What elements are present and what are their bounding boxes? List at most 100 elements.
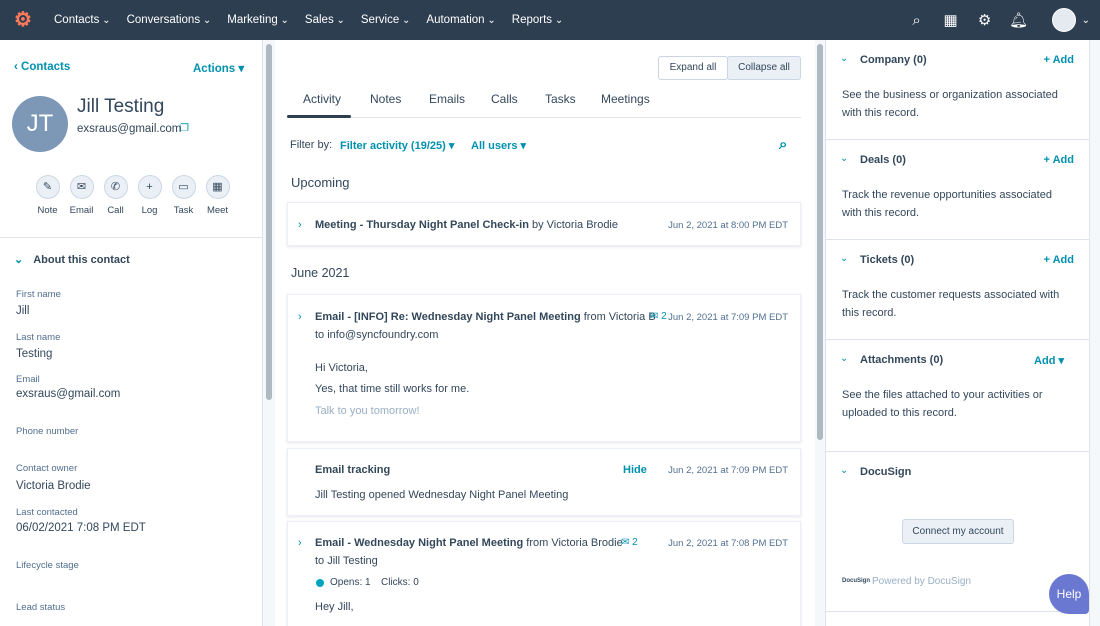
contact-email: exsraus@gmail.com	[77, 123, 182, 135]
email-button[interactable]: ✉ Email	[69, 175, 94, 216]
prop-label: Lead status	[16, 602, 66, 613]
thread-count[interactable]: ✉ 2	[650, 311, 667, 322]
meet-label: Meet	[206, 205, 229, 216]
prop-first-name[interactable]: Jill	[16, 305, 29, 317]
chevron-down-icon[interactable]: ⌄	[840, 53, 848, 64]
copy-icon[interactable]: ❐	[180, 123, 189, 134]
bell-icon[interactable]: 🔔︎	[1002, 11, 1036, 29]
quick-actions: ✎ Note ✉ Email ✆ Call + Log ▭ Task ▦ Meet	[35, 175, 230, 216]
attachments-section: ⌄ Attachments (0) Add ▾ See the files att…	[826, 340, 1090, 452]
actions-dropdown[interactable]: Actions ▾	[193, 61, 244, 75]
add-ticket-button[interactable]: + Add	[1044, 254, 1074, 266]
expand-all-button[interactable]: Expand all	[658, 56, 728, 80]
tab-emails[interactable]: Emails	[429, 92, 465, 106]
nav-marketing[interactable]: Marketing	[227, 14, 289, 26]
collapse-all-button[interactable]: Collapse all	[727, 56, 801, 80]
company-section: ⌄ Company (0) + Add See the business or o…	[826, 40, 1090, 140]
scroll-thumb[interactable]	[817, 44, 823, 440]
chevron-right-icon[interactable]: ›	[298, 311, 302, 323]
section-title[interactable]: Attachments (0)	[860, 354, 943, 366]
note-button[interactable]: ✎ Note	[35, 175, 60, 216]
add-attachment-dropdown[interactable]: Add ▾	[1034, 354, 1064, 367]
tracking-title: Email tracking	[315, 464, 391, 476]
prop-contact-owner[interactable]: Victoria Brodie	[16, 480, 91, 492]
meet-button[interactable]: ▦ Meet	[205, 175, 230, 216]
connect-account-button[interactable]: Connect my account	[902, 519, 1014, 544]
email-to: to info@syncfoundry.com	[315, 329, 439, 341]
right-scrollbar[interactable]	[1090, 40, 1100, 626]
left-scrollbar[interactable]	[263, 40, 275, 626]
thread-count[interactable]: ✉ 2	[621, 537, 638, 548]
log-button[interactable]: + Log	[137, 175, 162, 216]
email-card[interactable]: › Email - Wednesday Night Panel Meeting …	[287, 521, 801, 626]
email-from: from Victoria B	[583, 311, 656, 323]
note-icon: ✎	[35, 175, 60, 199]
nav-contacts[interactable]: Contacts	[54, 14, 111, 26]
tab-notes[interactable]: Notes	[370, 92, 401, 106]
hide-button[interactable]: Hide	[623, 464, 647, 476]
tab-activity[interactable]: Activity	[303, 92, 341, 106]
filter-by-label: Filter by:	[290, 139, 333, 151]
section-description: See the business or organization associa…	[842, 89, 1058, 119]
email-card[interactable]: › Email - [INFO] Re: Wednesday Night Pan…	[287, 294, 801, 442]
powered-by-docusign: Powered by DocuSign	[872, 576, 971, 587]
section-title[interactable]: DocuSign	[860, 466, 911, 478]
prop-email[interactable]: exsraus@gmail.com	[16, 388, 120, 400]
prop-label: Last contacted	[16, 507, 78, 518]
hubspot-logo-icon[interactable]: ⚙	[14, 10, 34, 30]
docusign-logo: DocuSign	[842, 578, 870, 584]
prop-label: First name	[16, 289, 61, 300]
search-icon[interactable]: ⌕	[779, 136, 787, 153]
section-title[interactable]: Deals (0)	[860, 154, 906, 166]
search-icon[interactable]: ⌕	[900, 12, 934, 29]
chevron-down-icon[interactable]: ⌄	[840, 353, 848, 364]
prop-label: Contact owner	[16, 463, 78, 474]
email-from: from Victoria Brodie	[526, 537, 623, 549]
email-tracking-card: Email tracking Hide Jun 2, 2021 at 7:09 …	[287, 448, 801, 516]
filter-activity-dropdown[interactable]: Filter activity (19/25) ▾	[340, 139, 454, 152]
tab-tasks[interactable]: Tasks	[545, 92, 576, 106]
middle-scrollbar[interactable]	[815, 40, 825, 626]
call-button[interactable]: ✆ Call	[103, 175, 128, 216]
task-label: Task	[173, 205, 194, 216]
divider	[0, 237, 262, 238]
section-title[interactable]: Tickets (0)	[860, 254, 914, 266]
email-title[interactable]: Email - Wednesday Night Panel Meeting	[315, 537, 523, 549]
section-title[interactable]: Company (0)	[860, 54, 927, 66]
all-users-dropdown[interactable]: All users ▾	[471, 139, 526, 152]
upcoming-heading: Upcoming	[291, 175, 350, 190]
back-to-contacts[interactable]: ‹ Contacts	[14, 61, 70, 73]
about-section-toggle[interactable]: ⌄ About this contact	[14, 253, 130, 266]
marketplace-icon[interactable]: ▦	[934, 11, 968, 29]
nav-sales[interactable]: Sales	[305, 14, 345, 26]
prop-last-name[interactable]: Testing	[16, 348, 52, 360]
user-avatar[interactable]	[1051, 8, 1076, 32]
task-button[interactable]: ▭ Task	[171, 175, 196, 216]
all-users-label: All users	[471, 140, 518, 152]
chevron-down-icon[interactable]: ⌄	[840, 253, 848, 264]
chevron-down-icon[interactable]: ⌄	[840, 153, 848, 164]
chevron-down-icon[interactable]: ⌄	[840, 465, 848, 476]
help-button[interactable]: Help	[1049, 574, 1089, 614]
gear-icon[interactable]: ⚙	[968, 11, 1002, 29]
tab-calls[interactable]: Calls	[491, 92, 518, 106]
meeting-title[interactable]: Meeting - Thursday Night Panel Check-in	[315, 219, 529, 231]
back-label: Contacts	[21, 61, 71, 73]
prop-last-contacted[interactable]: 06/02/2021 7:08 PM EDT	[16, 522, 146, 534]
scroll-thumb[interactable]	[266, 44, 272, 400]
chevron-right-icon[interactable]: ›	[298, 219, 302, 231]
phone-icon: ✆	[103, 175, 128, 199]
clicks-count: Clicks: 0	[381, 577, 419, 588]
nav-service[interactable]: Service	[361, 14, 411, 26]
add-deal-button[interactable]: + Add	[1044, 154, 1074, 166]
chevron-down-icon[interactable]: ⌄	[1082, 15, 1090, 26]
tab-meetings[interactable]: Meetings	[601, 92, 650, 106]
nav-automation[interactable]: Automation	[426, 14, 495, 26]
add-company-button[interactable]: + Add	[1044, 54, 1074, 66]
email-title[interactable]: Email - [INFO] Re: Wednesday Night Panel…	[315, 311, 581, 323]
nav-conversations[interactable]: Conversations	[127, 14, 212, 26]
nav-reports[interactable]: Reports	[512, 14, 563, 26]
meeting-card[interactable]: › Meeting - Thursday Night Panel Check-i…	[287, 202, 801, 246]
chevron-right-icon[interactable]: ›	[298, 537, 302, 549]
section-description: See the files attached to your activitie…	[842, 389, 1043, 419]
